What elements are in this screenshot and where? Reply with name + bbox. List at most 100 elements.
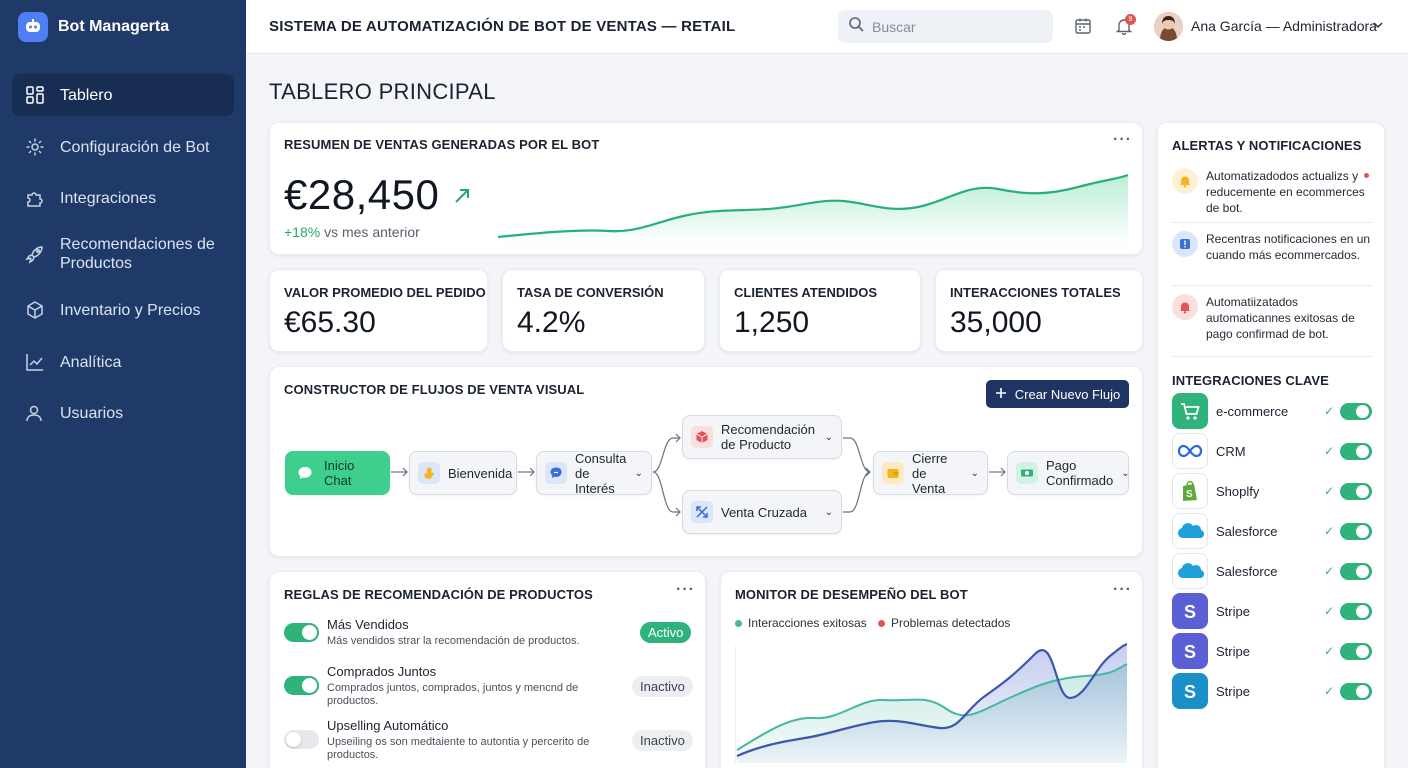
rule-toggle-mas-vendidos[interactable] bbox=[284, 623, 319, 642]
more-options-icon[interactable]: ··· bbox=[676, 581, 695, 599]
integration-name: CRM bbox=[1216, 443, 1246, 459]
svg-text:S: S bbox=[1184, 682, 1196, 702]
flow-node-label: Bienvenida bbox=[448, 465, 513, 481]
legend-label: Interacciones exitosas bbox=[748, 616, 867, 630]
sidebar-item-label: Recomendaciones de Productos bbox=[60, 236, 215, 272]
more-options-icon[interactable]: ··· bbox=[1113, 131, 1132, 149]
kpi-card-clients: CLIENTES ATENDIDOS 1,250 bbox=[719, 269, 921, 352]
sidebar-item-label: Tablero bbox=[60, 86, 113, 104]
flow-node-venta-cruzada[interactable]: Venta Cruzada ⌄ bbox=[682, 490, 842, 534]
sidebar-item-inventario[interactable]: Inventario y Precios bbox=[12, 289, 234, 331]
kpi-label: TASA DE CONVERSIÓN bbox=[517, 285, 664, 300]
sidebar-item-recomendaciones[interactable]: Recomendaciones de Productos bbox=[12, 233, 234, 275]
kpi-value: €65.30 bbox=[284, 306, 376, 339]
users-icon bbox=[24, 402, 46, 424]
flow-node-bienvenida[interactable]: Bienvenida bbox=[409, 451, 517, 495]
check-icon: ✓ bbox=[1323, 564, 1334, 578]
flow-node-inicio-chat[interactable]: Inicio Chat bbox=[285, 451, 390, 495]
delta-percent: +18% bbox=[284, 224, 321, 240]
integration-salesforce: Salesforce ✓ bbox=[1172, 513, 1372, 549]
sidebar-item-configuracion[interactable]: Configuración de Bot bbox=[12, 126, 234, 168]
flow-node-label: Inicio Chat bbox=[324, 458, 355, 488]
legend-dot bbox=[878, 619, 885, 627]
check-icon: ✓ bbox=[1323, 604, 1334, 618]
alert-item[interactable]: Recentras notificaciones en un cuando má… bbox=[1172, 231, 1372, 263]
rule-name: Comprados Juntos bbox=[327, 664, 437, 679]
chevron-down-icon[interactable]: ⌄ bbox=[635, 468, 643, 479]
svg-text:S: S bbox=[1186, 489, 1193, 500]
puzzle-icon bbox=[24, 187, 46, 209]
calendar-icon[interactable] bbox=[1072, 15, 1094, 37]
sidebar-item-analitica[interactable]: Analítica bbox=[12, 341, 234, 383]
more-options-icon[interactable]: ··· bbox=[1113, 581, 1132, 599]
rule-toggle-upselling[interactable] bbox=[284, 730, 319, 749]
sidebar-item-usuarios[interactable]: Usuarios bbox=[12, 392, 234, 434]
app-name: Bot Managerta bbox=[58, 18, 170, 35]
chat-bubble-icon bbox=[294, 462, 316, 484]
sidebar-item-integraciones[interactable]: Integraciones bbox=[12, 177, 234, 219]
flow-builder-card: CONSTRUCTOR DE FLUJOS DE VENTA VISUAL Cr… bbox=[269, 366, 1143, 557]
salesforce-cloud-icon bbox=[1172, 553, 1208, 589]
status-badge: Inactivo bbox=[632, 730, 693, 751]
bot-monitor-card: MONITOR DE DESEMPEÑO DEL BOT ··· Interac… bbox=[720, 571, 1143, 768]
integration-stripe: S Stripe ✓ bbox=[1172, 593, 1372, 629]
avatar[interactable] bbox=[1154, 12, 1183, 41]
search-box[interactable] bbox=[838, 10, 1053, 43]
alert-text: Automatizadodos actualizs y reducemente … bbox=[1206, 169, 1365, 215]
search-input[interactable] bbox=[872, 18, 1032, 35]
alerts-integrations-panel: ALERTAS Y NOTIFICACIONES Automatizadodos… bbox=[1157, 122, 1385, 768]
integration-stripe: S Stripe ✓ bbox=[1172, 633, 1372, 669]
flow-node-consulta[interactable]: Consulta de Interés ⌄ bbox=[536, 450, 652, 496]
brand[interactable]: Bot Managerta bbox=[18, 12, 169, 42]
cart-icon bbox=[1172, 393, 1208, 429]
notification-badge: 9 bbox=[1125, 14, 1136, 25]
sidebar-item-label: Usuarios bbox=[60, 404, 124, 422]
integration-toggle[interactable] bbox=[1340, 682, 1372, 700]
sidebar-item-label: Inventario y Precios bbox=[60, 301, 201, 319]
flow-node-label: Venta Cruzada bbox=[721, 504, 808, 520]
integration-toggle[interactable] bbox=[1340, 602, 1372, 620]
alert-item[interactable]: Automatizadodos actualizs y reducemente … bbox=[1172, 168, 1372, 216]
divider bbox=[1172, 222, 1372, 223]
info-icon bbox=[1172, 231, 1198, 257]
status-badge: Inactivo bbox=[632, 676, 693, 697]
alert-text: Automatiizatados automaticannes exitosas… bbox=[1206, 295, 1355, 341]
integration-toggle[interactable] bbox=[1340, 522, 1372, 540]
alert-item[interactable]: Automatiizatados automaticannes exitosas… bbox=[1172, 294, 1372, 342]
chevron-down-icon[interactable]: ⌄ bbox=[1121, 468, 1129, 479]
rule-toggle-comprados-juntos[interactable] bbox=[284, 676, 319, 695]
alert-text: Recentras notificaciones en un cuando má… bbox=[1206, 232, 1371, 262]
flow-node-cierre[interactable]: Cierre de Venta ⌄ bbox=[873, 451, 988, 496]
integration-toggle[interactable] bbox=[1340, 642, 1372, 660]
chevron-down-icon[interactable]: ⌄ bbox=[971, 468, 979, 479]
check-icon: ✓ bbox=[1323, 404, 1334, 418]
integration-toggle[interactable] bbox=[1340, 482, 1372, 500]
sidebar: Bot Managerta Tablero Configuración de B… bbox=[0, 0, 246, 768]
kpi-card-interactions: INTERACCIONES TOTALES 35,000 bbox=[935, 269, 1143, 352]
box-icon bbox=[24, 299, 46, 321]
salesforce-cloud-icon bbox=[1172, 513, 1208, 549]
kpi-value: 35,000 bbox=[950, 306, 1042, 339]
wallet-icon bbox=[882, 462, 904, 484]
rule-name: Upselling Automático bbox=[327, 718, 449, 733]
integration-ecommerce: e-commerce ✓ bbox=[1172, 393, 1372, 429]
user-name[interactable]: Ana García — Administradora bbox=[1191, 18, 1377, 34]
flow-node-pago[interactable]: Pago Confirmado ⌄ bbox=[1007, 451, 1130, 495]
rule-name: Más Vendidos bbox=[327, 617, 409, 632]
integration-toggle[interactable] bbox=[1340, 562, 1372, 580]
rule-desc: Comprados juntos, comprados, juntos y me… bbox=[327, 682, 579, 707]
status-badge: Activo bbox=[640, 622, 692, 643]
integration-toggle[interactable] bbox=[1340, 402, 1372, 420]
integration-shopify: S Shoplfy ✓ bbox=[1172, 473, 1372, 509]
integration-name: Shoplfy bbox=[1216, 483, 1260, 499]
infinity-icon bbox=[1172, 433, 1208, 469]
flow-node-recomendacion[interactable]: Recomendación de Producto ⌄ bbox=[682, 415, 842, 459]
chevron-down-icon[interactable]: ⌄ bbox=[825, 432, 833, 443]
integration-toggle[interactable] bbox=[1340, 442, 1372, 460]
kpi-value: 4.2% bbox=[517, 306, 586, 339]
sidebar-item-tablero[interactable]: Tablero bbox=[12, 74, 234, 116]
chevron-down-icon[interactable]: ⌄ bbox=[825, 507, 833, 518]
chevron-down-icon[interactable] bbox=[1372, 18, 1384, 36]
sidebar-item-label: Configuración de Bot bbox=[60, 138, 210, 156]
flow-node-label: Consulta de Interés bbox=[575, 450, 627, 496]
